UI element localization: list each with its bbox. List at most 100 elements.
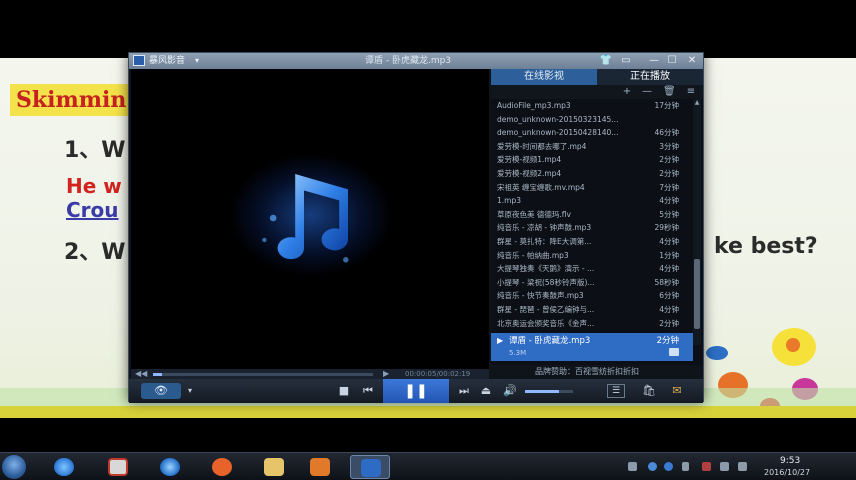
playlist-item[interactable]: 草原夜色美 德德玛.flv 5分钟	[491, 208, 693, 222]
playlist-item[interactable]: 爱劳模-时间都去哪了.mp4 3分钟	[491, 140, 693, 154]
playlist-item[interactable]: demo_unknown-20150428140... 46分钟	[491, 126, 693, 140]
message-button[interactable]: ✉	[669, 383, 685, 399]
playlist-item[interactable]: 1.mp3 4分钟	[491, 194, 693, 208]
slide-title: Skimmin	[10, 84, 133, 116]
playlist-item-name: 大提琴独奏《天鹅》演示 - ...	[497, 264, 595, 274]
network-icon[interactable]	[720, 462, 729, 471]
now-playing-size: 5.3M	[509, 349, 527, 357]
playlist-item-duration: 2分钟	[659, 169, 679, 178]
open-file-button[interactable]: ⏏	[479, 383, 493, 399]
seek-track[interactable]	[153, 373, 373, 376]
help-icon[interactable]	[648, 462, 657, 471]
playlist-item-duration: 1分钟	[659, 250, 679, 260]
presentation-app-icon	[108, 458, 128, 476]
folder-icon[interactable]	[669, 348, 679, 356]
playlist-item-duration: 46分钟	[654, 128, 679, 138]
playlist-item[interactable]: 群星 - 莫扎特：降E大调第... 4分钟	[491, 235, 693, 249]
playlist-panel: 在线影视 正在播放 + — 🗑 ≡ AudioFile_mp3.mp3 17分钟 d…	[491, 69, 703, 379]
display-icon[interactable]	[738, 462, 747, 471]
media-player-window[interactable]: 暴风影音 ▾ 谭盾 - 卧虎藏龙.mp3 👕 ▭ — ☐ ✕ ◀◀ ▶ 00:0…	[128, 52, 704, 403]
trash-icon[interactable]: 🗑	[663, 85, 676, 99]
playlist-item[interactable]: 群星 - 琵琶 - 曾侯乙编钟与... 4分钟	[491, 303, 693, 317]
title-bar[interactable]: 暴风影音 ▾ 谭盾 - 卧虎藏龙.mp3 👕 ▭ — ☐ ✕	[129, 53, 703, 69]
volume-level	[525, 390, 559, 393]
seek-back-icon[interactable]: ◀◀	[135, 369, 147, 379]
seek-bar[interactable]: ◀◀ ▶ 00:00:05/00:02:19	[131, 369, 489, 379]
playlist-item[interactable]: 宋祖英 缠宝缠歌.mv.mp4 7分钟	[491, 181, 693, 195]
add-icon[interactable]: +	[621, 85, 633, 99]
playlist-toggle-button[interactable]: ☰	[607, 384, 625, 398]
maximize-button[interactable]: ☐	[665, 54, 679, 67]
scroll-thumb[interactable]	[694, 259, 700, 329]
show-hidden-icon[interactable]	[682, 462, 689, 471]
playlist-item[interactable]: AudioFile_mp3.mp3 17分钟	[491, 99, 693, 113]
action-center-icon[interactable]	[702, 462, 711, 471]
taskbar-presentation-app[interactable]	[98, 455, 138, 479]
app-tray-icon[interactable]	[664, 462, 673, 471]
playlist-item-name: 爱劳模-视频2.mp4	[497, 169, 562, 178]
playlist-item-duration: 17分钟	[654, 101, 679, 110]
playlist-scrollbar[interactable]: ▲	[693, 99, 701, 345]
playlist-item[interactable]: 北京奥运会颁奖音乐《金声... 2分钟	[491, 317, 693, 329]
app-logo-icon[interactable]	[133, 55, 145, 66]
taskbar-taobao[interactable]	[202, 455, 242, 479]
mini-mode-button[interactable]: ▭	[619, 54, 633, 67]
app-name[interactable]: 暴风影音	[149, 54, 185, 68]
playlist-item-name: 纯音乐 - 帕纳曲.mp3	[497, 250, 569, 260]
playlist-item-name: 群星 - 琵琶 - 曾侯乙编钟与...	[497, 305, 595, 314]
app-menu-caret-icon[interactable]: ▾	[195, 54, 199, 68]
keyboard-icon[interactable]	[628, 462, 637, 471]
video-area[interactable]	[131, 69, 489, 369]
playlist-item-name: 爱劳模-视频1.mp4	[497, 155, 562, 165]
tab-now-playing[interactable]: 正在播放	[597, 69, 703, 85]
sort-icon[interactable]: ≡	[685, 85, 697, 99]
tab-online-video[interactable]: 在线影视	[491, 69, 597, 85]
playlist-item-name: demo_unknown-20150323145...	[497, 114, 619, 124]
next-button[interactable]: ⏭	[457, 383, 471, 399]
minimize-button[interactable]: —	[647, 54, 661, 67]
now-playing-item[interactable]: ▶ 谭盾 - 卧虎藏龙.mp3 2分钟 5.3M	[491, 333, 693, 361]
playlist-item-duration: 7分钟	[659, 182, 679, 192]
volume-icon[interactable]: 🔊	[503, 383, 517, 399]
playlist-item[interactable]: demo_unknown-20150323145...	[491, 113, 693, 127]
now-playing-title: 谭盾 - 卧虎藏龙.mp3	[509, 336, 591, 346]
eye-button[interactable]: 👁	[141, 383, 181, 399]
taskbar-media-player[interactable]	[350, 455, 390, 479]
playlist-item[interactable]: 爱劳模-视频1.mp4 2分钟	[491, 153, 693, 167]
close-button[interactable]: ✕	[685, 54, 699, 67]
playlist-item[interactable]: 纯音乐 - 帕纳曲.mp3 1分钟	[491, 249, 693, 263]
playlist-item[interactable]: 小提琴 - 梁祝(58秒铃声版)... 58秒钟	[491, 276, 693, 290]
toolbox-button[interactable]: 🛍	[641, 383, 657, 399]
playlist-item[interactable]: 爱劳模-视频2.mp4 2分钟	[491, 167, 693, 181]
time-readout: 00:00:05/00:02:19	[405, 370, 471, 378]
playlist-item[interactable]: 大提琴独奏《天鹅》演示 - ... 4分钟	[491, 262, 693, 276]
playlist-item-name: 1.mp3	[497, 196, 521, 206]
playlist-item-name: 纯音乐 - 凉胡 - 钟声鼓.mp3	[497, 223, 592, 233]
clock-date[interactable]: 2016/10/27	[764, 468, 810, 478]
taskbar: 9:53 2016/10/27	[0, 452, 856, 480]
stop-button[interactable]: ■	[337, 383, 351, 399]
playlist-item-duration: 4分钟	[659, 196, 679, 206]
seek-forward-icon[interactable]: ▶	[383, 369, 389, 379]
playlist-item-name: 北京奥运会颁奖音乐《金声...	[497, 318, 595, 328]
skin-button[interactable]: 👕	[599, 54, 613, 67]
taskbar-slideshow-app[interactable]	[300, 455, 340, 479]
sponsor-bar[interactable]: 品牌赞助：百视雪纺折扣折扣	[491, 365, 703, 379]
scroll-up-icon[interactable]: ▲	[693, 99, 701, 107]
taskbar-browser[interactable]	[150, 455, 190, 479]
playlist-item-name: 纯音乐 - 快节奏鼓声.mp3	[497, 291, 584, 301]
clock-time[interactable]: 9:53	[780, 456, 800, 467]
taskbar-internet-explorer[interactable]	[44, 455, 84, 479]
volume-slider[interactable]	[525, 390, 573, 393]
start-button[interactable]	[2, 455, 26, 479]
sponsor-text[interactable]: 品牌赞助：百视雪纺折扣折扣	[535, 365, 639, 379]
remove-icon[interactable]: —	[641, 85, 653, 99]
pause-button[interactable]: ❚❚	[383, 379, 449, 403]
flower-decoration	[786, 338, 800, 352]
taskbar-file-explorer[interactable]	[254, 455, 294, 479]
previous-button[interactable]: ⏮	[361, 383, 375, 399]
playlist-item[interactable]: 纯音乐 - 快节奏鼓声.mp3 6分钟	[491, 289, 693, 303]
eye-menu-caret-icon[interactable]: ▾	[185, 383, 195, 399]
slide-answer-line-2: Crou	[66, 198, 119, 222]
playlist-item[interactable]: 纯音乐 - 凉胡 - 钟声鼓.mp3 29秒钟	[491, 221, 693, 235]
